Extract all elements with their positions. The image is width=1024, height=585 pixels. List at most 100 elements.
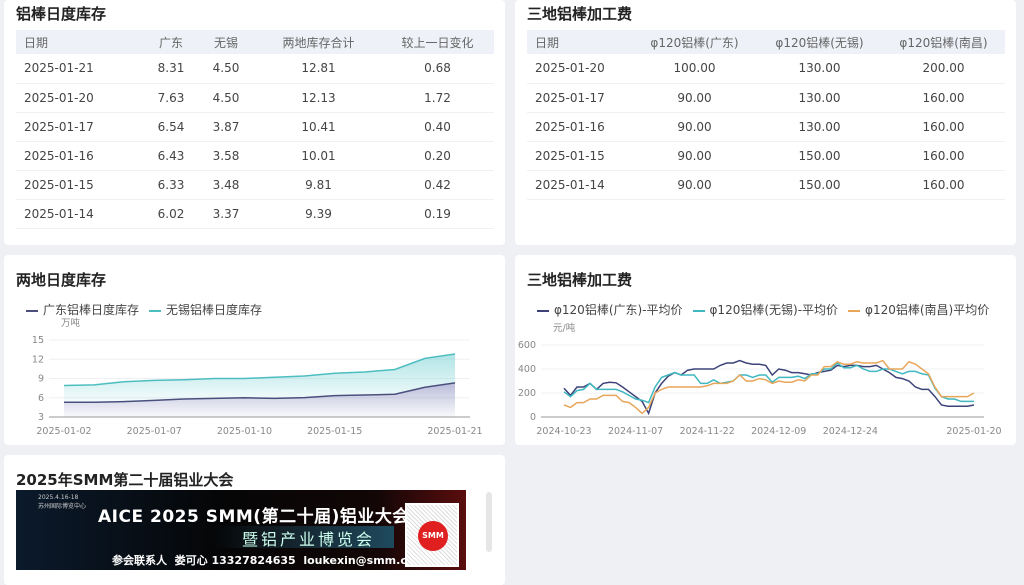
table-cell: 6.33 (146, 170, 196, 200)
y-axis-unit: 元/吨 (553, 322, 576, 334)
smm-logo: SMM (418, 521, 448, 551)
table-cell: 12.13 (256, 83, 381, 113)
table-cell: 160.00 (882, 141, 1005, 171)
table-cell: 2025-01-16 (16, 141, 146, 171)
table-cell: 0.19 (381, 199, 494, 229)
fee-table-panel: 三地铝棒加工费 日期 φ120铝棒(广东) φ120铝棒(无锡) φ120铝棒(南昌)… (515, 0, 1016, 245)
table-row: 2025-01-16 90.00 130.00 160.00 (527, 112, 1005, 142)
inventory-chart-panel: 两地日度库存 广东铝棒日度库存 无锡铝棒日度库存 万吨 3 6 9 12 15 2025-01… (4, 255, 505, 445)
table-cell: 3.48 (196, 170, 256, 200)
table-cell: 2025-01-17 (527, 83, 632, 113)
conference-banner[interactable]: 2025.4.16-18 苏州国际博览中心 AICE 2025 SMM(第二十届… (16, 490, 466, 570)
table-cell: 2025-01-14 (527, 170, 632, 200)
y-tick-label: 200 (518, 388, 536, 399)
y-tick-label: 400 (518, 364, 536, 375)
table-cell: 160.00 (882, 170, 1005, 200)
table-cell: 0.20 (381, 141, 494, 171)
table-row: 2025-01-14 90.00 150.00 160.00 (527, 170, 1005, 200)
table-cell: 0.40 (381, 112, 494, 142)
table-cell: 2025-01-15 (16, 170, 146, 200)
table-cell: 4.50 (196, 54, 256, 84)
table-cell: 9.81 (256, 170, 381, 200)
table-cell: 2025-01-17 (16, 112, 146, 142)
y-tick-label: 3 (38, 412, 44, 423)
table-cell: 4.50 (196, 83, 256, 113)
y-axis-unit: 万吨 (61, 317, 81, 329)
y-tick-label: 0 (530, 412, 536, 423)
table-cell: 90.00 (632, 112, 757, 142)
x-tick-label: 2025-01-07 (127, 426, 182, 437)
table-cell: 200.00 (882, 54, 1005, 84)
table-row: 2025-01-21 8.31 4.50 12.81 0.68 (16, 54, 494, 84)
x-tick-label: 2024-12-09 (751, 426, 806, 437)
y-tick-label: 9 (38, 374, 44, 385)
panel-title: 2025年SMM第二十届铝业大会 (16, 471, 234, 489)
x-tick-label: 2024-10-23 (536, 426, 591, 437)
x-tick-label: 2024-11-22 (680, 426, 735, 437)
conference-panel: 2025年SMM第二十届铝业大会 2025.4.16-18 苏州国际博览中心 A… (4, 455, 505, 585)
table-cell: 130.00 (757, 54, 882, 84)
column-header: 日期 (527, 30, 632, 54)
column-header: φ120铝棒(南昌) (882, 30, 1005, 54)
table-row: 2025-01-20 7.63 4.50 12.13 1.72 (16, 83, 494, 113)
table-cell: 12.81 (256, 54, 381, 84)
table-row: 2025-01-17 90.00 130.00 160.00 (527, 83, 1005, 113)
table-cell: 8.31 (146, 54, 196, 84)
banner-date: 2025.4.16-18 (38, 494, 79, 501)
panel-title: 三地铝棒加工费 (527, 5, 633, 23)
table-cell: 3.37 (196, 199, 256, 229)
table-cell: 1.72 (381, 83, 494, 113)
table-row: 2025-01-17 6.54 3.87 10.41 0.40 (16, 112, 494, 142)
y-tick-label: 12 (32, 354, 44, 365)
y-tick-label: 6 (38, 393, 44, 404)
table-cell: 3.87 (196, 112, 256, 142)
y-tick-label: 600 (518, 340, 536, 351)
column-header: φ120铝棒(广东) (632, 30, 757, 54)
inventory-chart: 万吨 3 6 9 12 15 2025-01-02 2025-01-07 2025-01-10 2… (32, 317, 483, 437)
table-cell: 90.00 (632, 141, 757, 171)
column-header: 无锡 (196, 30, 256, 54)
x-tick-label: 2025-01-10 (217, 426, 272, 437)
banner-contact: 参会联系人 娄可心 13327824635 loukexin@smm.cn (112, 554, 415, 567)
fee-chart: 元/吨 0 200 400 600 2024-10-23 2024-11-07 2024-11… (518, 322, 1002, 437)
scrollbar[interactable] (486, 492, 492, 552)
column-header: 两地库存合计 (256, 30, 381, 54)
table-cell: 9.39 (256, 199, 381, 229)
column-header: φ120铝棒(无锡) (757, 30, 882, 54)
table-row: 2025-01-20 100.00 130.00 200.00 (527, 54, 1005, 84)
table-header-row: 日期 φ120铝棒(广东) φ120铝棒(无锡) φ120铝棒(南昌) (527, 30, 1005, 54)
table-cell: 10.41 (256, 112, 381, 142)
column-header: 广东 (146, 30, 196, 54)
table-cell: 2025-01-14 (16, 199, 146, 229)
table-cell: 150.00 (757, 170, 882, 200)
qr-code[interactable]: SMM (405, 503, 459, 567)
x-tick-label: 2024-12-24 (823, 426, 878, 437)
table-cell: 6.43 (146, 141, 196, 171)
banner-venue: 苏州国际博览中心 (38, 503, 87, 510)
table-row: 2025-01-15 90.00 150.00 160.00 (527, 141, 1005, 171)
column-header: 日期 (16, 30, 146, 54)
table-row: 2025-01-14 6.02 3.37 9.39 0.19 (16, 199, 494, 229)
x-tick-label: 2025-01-02 (36, 426, 91, 437)
table-cell: 3.58 (196, 141, 256, 171)
x-tick-label: 2025-01-21 (427, 426, 482, 437)
table-cell: 0.68 (381, 54, 494, 84)
table-row: 2025-01-15 6.33 3.48 9.81 0.42 (16, 170, 494, 200)
table-cell: 100.00 (632, 54, 757, 84)
table-cell: 90.00 (632, 83, 757, 113)
table-cell: 2025-01-20 (16, 83, 146, 113)
x-tick-label: 2024-11-07 (608, 426, 663, 437)
fee-chart-panel: 三地铝棒加工费 φ120铝棒(广东)-平均价 φ120铝棒(无锡)-平均价 φ120… (515, 255, 1016, 445)
fee-table: 日期 φ120铝棒(广东) φ120铝棒(无锡) φ120铝棒(南昌) 2025-01-… (527, 30, 1005, 200)
table-header-row: 日期 广东 无锡 两地库存合计 较上一日变化 (16, 30, 494, 54)
column-header: 较上一日变化 (381, 30, 494, 54)
table-cell: 10.01 (256, 141, 381, 171)
table-cell: 6.54 (146, 112, 196, 142)
table-cell: 7.63 (146, 83, 196, 113)
panel-title: 铝棒日度库存 (16, 5, 107, 23)
y-tick-label: 15 (32, 335, 44, 346)
table-cell: 90.00 (632, 170, 757, 200)
inventory-table: 日期 广东 无锡 两地库存合计 较上一日变化 2025-01-21 8.31 4.50 12.8… (16, 30, 494, 229)
banner-subline: 暨铝产业博览会 (212, 526, 394, 549)
inventory-table-panel: 铝棒日度库存 日期 广东 无锡 两地库存合计 较上一日变化 2025-01-21 8.31 4… (4, 0, 505, 245)
